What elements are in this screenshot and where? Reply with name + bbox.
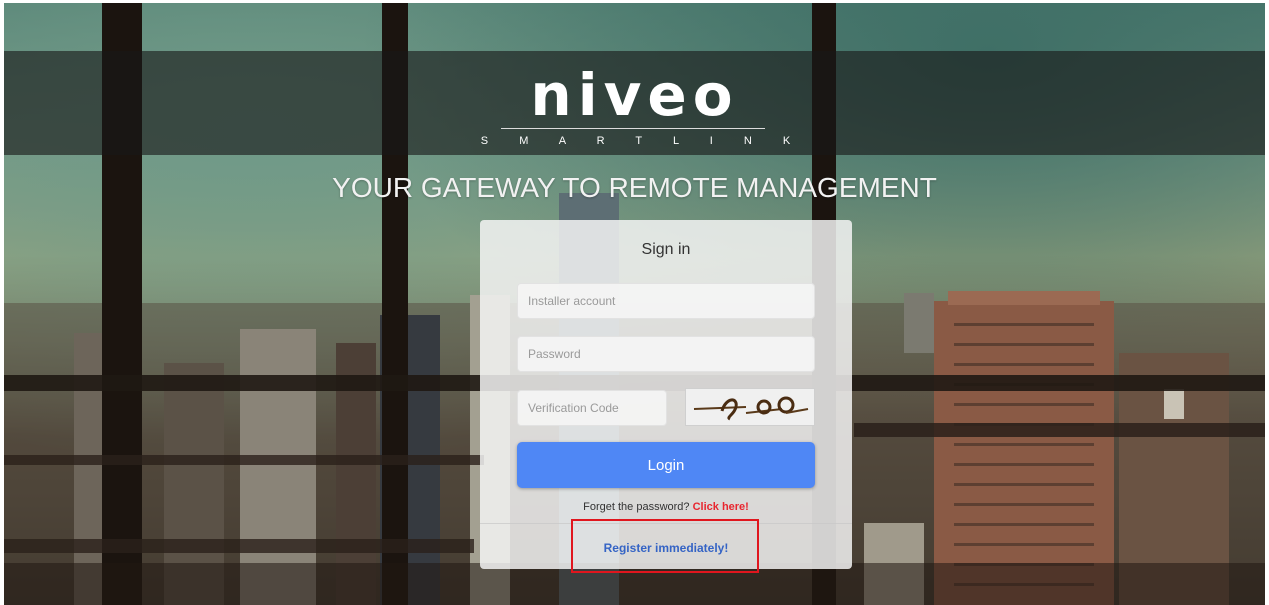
forget-password-text: Forget the password? xyxy=(583,501,690,513)
logo-divider xyxy=(501,128,765,129)
captcha-image[interactable] xyxy=(685,388,815,426)
login-button[interactable]: Login xyxy=(517,442,815,488)
verification-code-input[interactable] xyxy=(517,390,667,426)
niveo-logo: niveo xyxy=(530,61,739,129)
logo-subtitle: S M A R T L I N K xyxy=(480,135,805,147)
password-input[interactable] xyxy=(517,336,815,372)
register-link[interactable]: Register immediately! xyxy=(480,541,852,555)
captcha-drawing xyxy=(693,396,809,421)
account-input[interactable] xyxy=(517,283,815,319)
forget-password-row: Forget the password? Click here! xyxy=(480,501,852,513)
panel-title: Sign in xyxy=(641,241,691,258)
tagline: YOUR GATEWAY TO REMOTE MANAGEMENT xyxy=(332,172,937,203)
forget-password-link[interactable]: Click here! xyxy=(693,501,749,513)
login-panel: Sign in Login Forget the password? Click… xyxy=(480,220,852,573)
background-cityscape: niveo S M A R T L I N K YOUR GATEWAY TO … xyxy=(4,3,1265,605)
